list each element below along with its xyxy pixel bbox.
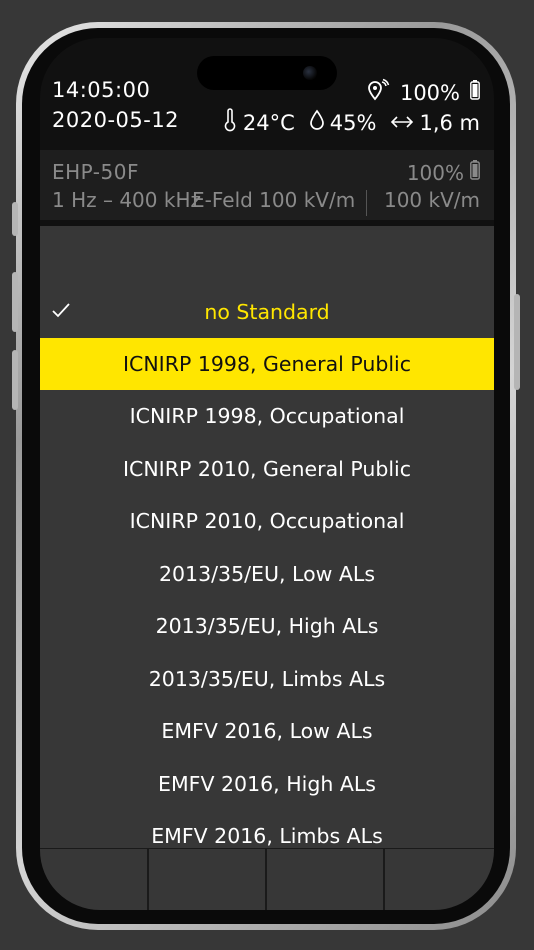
volume-down-button [12, 350, 18, 410]
checkmark-icon [50, 299, 72, 326]
device-battery-text: 100% [406, 160, 464, 185]
thermometer-icon [223, 108, 237, 137]
menu-item-label: ICNIRP 1998, Occupational [129, 404, 405, 428]
clock-time: 14:05:00 [52, 78, 151, 102]
standard-menu: no Standard ICNIRP 1998, General Public … [40, 226, 494, 848]
menu-item-icnirp-2010-occupational[interactable]: ICNIRP 2010, Occupational [40, 495, 494, 547]
divider [366, 190, 367, 216]
humidity-text: 45% [329, 110, 377, 135]
device-battery: 100% [407, 160, 480, 185]
menu-item-label: no Standard [204, 300, 330, 324]
distance-text: 1,6 m [419, 110, 480, 135]
side-button [12, 202, 18, 236]
bottom-button-bar [40, 848, 494, 910]
screen: 14:05:00 2020-05-12 100% 24°C 45% 1,6 m … [40, 38, 494, 910]
distance-arrows-icon [390, 111, 414, 135]
menu-item-label: ICNIRP 2010, Occupational [129, 509, 405, 533]
menu-item-label: EMFV 2016, Limbs ALs [151, 824, 383, 848]
menu-item-2013-35-eu-low[interactable]: 2013/35/EU, Low ALs [40, 548, 494, 600]
menu-item-label: 2013/35/EU, Limbs ALs [148, 667, 386, 691]
menu-item-label: EMFV 2016, High ALs [158, 772, 376, 796]
power-button [514, 294, 520, 390]
menu-item-emfv-2016-high[interactable]: EMFV 2016, High ALs [40, 758, 494, 810]
menu-item-label: 2013/35/EU, Low ALs [158, 562, 376, 586]
menu-item-label: ICNIRP 2010, General Public [122, 457, 412, 481]
menu-item-icnirp-2010-general-public[interactable]: ICNIRP 2010, General Public [40, 443, 494, 495]
menu-item-icnirp-1998-general-public[interactable]: ICNIRP 1998, General Public [40, 338, 494, 390]
status-right-bottom: 24°C 45% 1,6 m [223, 108, 480, 137]
status-bar: 14:05:00 2020-05-12 100% 24°C 45% 1,6 m [40, 38, 494, 142]
field-value: 100 kV/m [383, 188, 480, 212]
temperature-text: 24°C [242, 110, 295, 135]
softkey-2[interactable] [149, 849, 267, 910]
device-info-panel: EHP-50F 100% 1 Hz – 400 kHz E-Feld 100 k… [40, 150, 494, 220]
menu-item-label: 2013/35/EU, High ALs [155, 614, 379, 638]
menu-item-emfv-2016-low[interactable]: EMFV 2016, Low ALs [40, 705, 494, 757]
field-type: E-Feld 100 kV/m [192, 188, 356, 212]
clock-date: 2020-05-12 [52, 108, 180, 132]
menu-item-label: EMFV 2016, Low ALs [161, 719, 373, 743]
battery-icon [470, 80, 480, 105]
volume-up-button [12, 272, 18, 332]
frequency-range: 1 Hz – 400 kHz [52, 188, 201, 212]
location-signal-icon [366, 78, 390, 107]
status-right-top: 100% [366, 78, 480, 107]
softkey-1[interactable] [40, 849, 149, 910]
menu-item-label: ICNIRP 1998, General Public [122, 352, 412, 376]
droplet-icon [309, 109, 325, 136]
softkey-3[interactable] [267, 849, 385, 910]
dynamic-island [197, 56, 337, 90]
device-name: EHP-50F [52, 160, 139, 184]
menu-item-2013-35-eu-limbs[interactable]: 2013/35/EU, Limbs ALs [40, 653, 494, 705]
device-battery-icon [470, 160, 480, 185]
softkey-4[interactable] [385, 849, 494, 910]
front-camera [303, 66, 317, 80]
battery-text: 100% [399, 80, 460, 105]
menu-item-icnirp-1998-occupational[interactable]: ICNIRP 1998, Occupational [40, 390, 494, 442]
menu-item-2013-35-eu-high[interactable]: 2013/35/EU, High ALs [40, 600, 494, 652]
menu-item-no-standard[interactable]: no Standard [40, 286, 494, 338]
